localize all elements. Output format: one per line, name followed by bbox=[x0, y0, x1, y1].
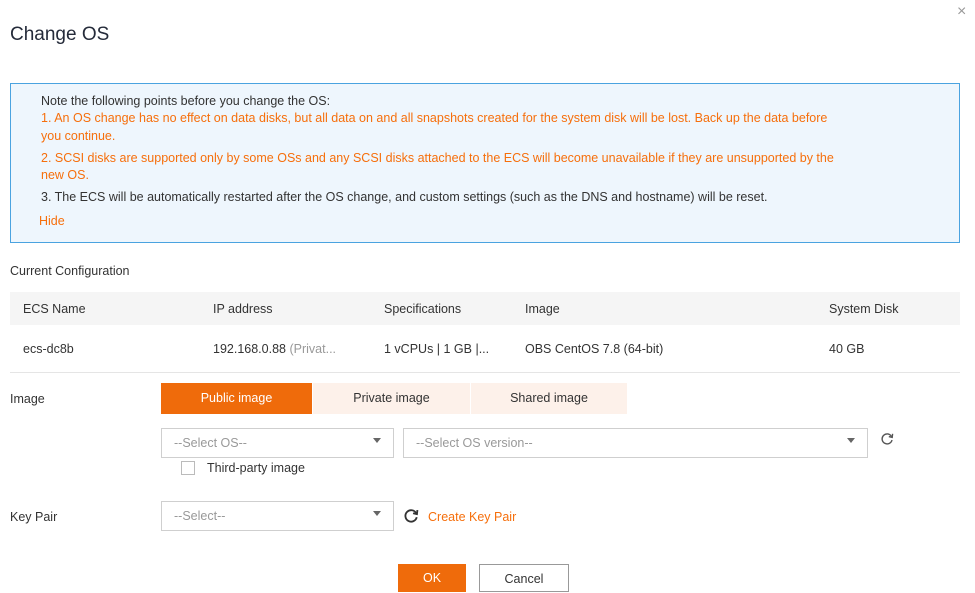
column-header: Image bbox=[525, 302, 560, 316]
chevron-down-icon bbox=[847, 438, 855, 443]
ip-address-cell: 192.168.0.88 (Privat... bbox=[213, 342, 336, 356]
dialog-title: Change OS bbox=[10, 24, 110, 45]
notice-point-2: 2. SCSI disks are supported only by some… bbox=[41, 151, 834, 165]
ip-type: (Privat... bbox=[289, 342, 337, 356]
os-select-placeholder: --Select OS-- bbox=[174, 436, 247, 450]
notice-point-1-cont: you continue. bbox=[41, 129, 116, 143]
tab-public-image[interactable]: Public image bbox=[161, 383, 312, 414]
chevron-down-icon bbox=[373, 511, 381, 516]
tab-shared-image[interactable]: Shared image bbox=[471, 383, 627, 414]
ok-button[interactable]: OK bbox=[398, 564, 466, 592]
column-header: System Disk bbox=[829, 302, 899, 316]
hide-link[interactable]: Hide bbox=[39, 213, 65, 230]
ip-value: 192.168.0.88 bbox=[213, 342, 286, 356]
chevron-down-icon bbox=[373, 438, 381, 443]
cancel-button[interactable]: Cancel bbox=[479, 564, 569, 592]
create-key-pair-refresh-icon[interactable] bbox=[403, 508, 419, 529]
key-pair-placeholder: --Select-- bbox=[174, 509, 226, 523]
column-header: IP address bbox=[213, 302, 273, 316]
current-configuration-label: Current Configuration bbox=[10, 264, 130, 278]
notice-box: Note the following points before you cha… bbox=[10, 83, 960, 243]
system-disk-cell: 40 GB bbox=[829, 342, 865, 356]
notice-intro: Note the following points before you cha… bbox=[41, 94, 331, 108]
create-key-pair-link[interactable]: Create Key Pair bbox=[428, 510, 516, 524]
image-cell: OBS CentOS 7.8 (64-bit) bbox=[525, 342, 664, 356]
config-table-header: ECS Name IP address Specifications Image… bbox=[10, 292, 960, 325]
refresh-icon-svg bbox=[881, 433, 894, 445]
refresh-icon bbox=[404, 509, 419, 523]
column-header: ECS Name bbox=[23, 302, 86, 316]
os-version-select[interactable]: --Select OS version-- bbox=[403, 428, 868, 458]
table-row: ecs-dc8b 192.168.0.88 (Privat... 1 vCPUs… bbox=[10, 325, 960, 373]
third-party-image-checkbox[interactable] bbox=[181, 461, 195, 475]
image-label: Image bbox=[10, 392, 45, 406]
close-icon[interactable]: × bbox=[957, 4, 966, 20]
specifications-cell: 1 vCPUs | 1 GB |... bbox=[384, 342, 490, 356]
key-pair-label: Key Pair bbox=[10, 510, 58, 524]
notice-point-2-cont: new OS. bbox=[41, 168, 89, 182]
notice-point-1: 1. An OS change has no effect on data di… bbox=[41, 111, 828, 125]
os-select[interactable]: --Select OS-- bbox=[161, 428, 394, 458]
third-party-image-label: Third-party image bbox=[207, 461, 305, 475]
os-version-placeholder: --Select OS version-- bbox=[416, 436, 533, 450]
tab-private-image[interactable]: Private image bbox=[313, 383, 470, 414]
refresh-icon[interactable] bbox=[880, 432, 894, 450]
notice-point-3: 3. The ECS will be automatically restart… bbox=[41, 190, 768, 204]
column-header: Specifications bbox=[384, 302, 462, 316]
key-pair-select[interactable]: --Select-- bbox=[161, 501, 394, 531]
ecs-name-cell: ecs-dc8b bbox=[23, 342, 74, 356]
